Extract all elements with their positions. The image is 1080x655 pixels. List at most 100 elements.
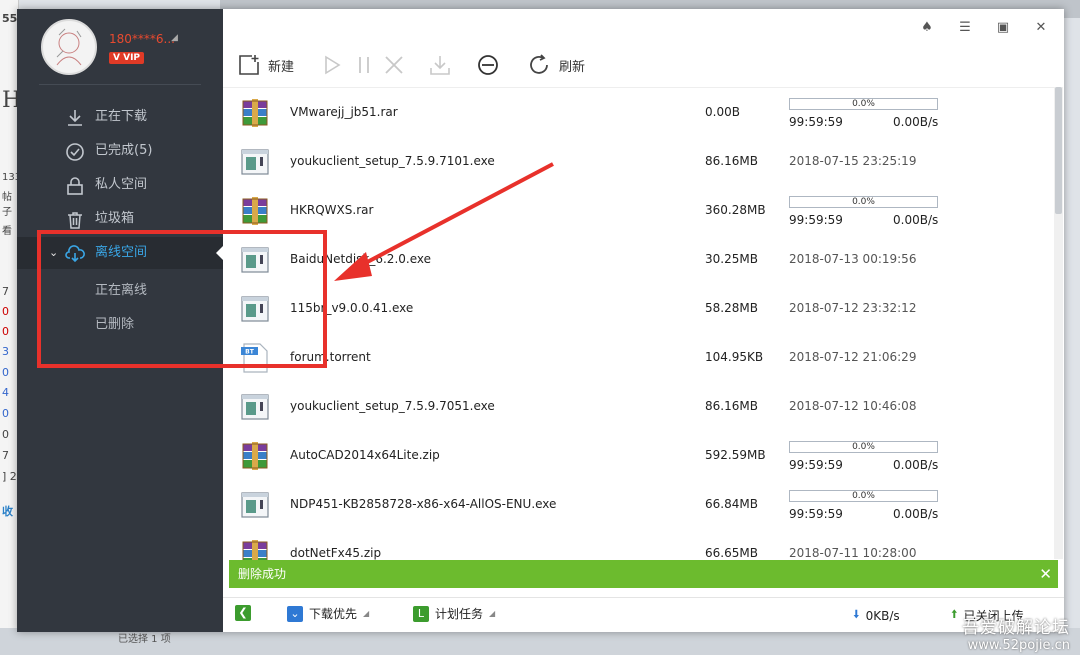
file-row[interactable]: BaiduNetdisk_6.2.0.exe 30.25MB 2018-07-13 … — [223, 235, 1054, 284]
file-row[interactable]: 115br_v9.0.0.41.exe 58.28MB 2018-07-12 23:… — [223, 284, 1054, 333]
new-task-button[interactable]: 新建 — [238, 49, 294, 81]
exe-file-icon — [239, 146, 271, 178]
close-notification-icon[interactable]: ✕ — [1039, 560, 1052, 588]
progress-text: 0.0% — [852, 491, 875, 501]
priority-chevron-icon: ⌄ — [287, 605, 303, 622]
progress-text: 0.0% — [852, 442, 875, 452]
scrollbar[interactable] — [1054, 87, 1063, 559]
file-row[interactable]: youkuclient_setup_7.5.9.7101.exe 86.16MB 2… — [223, 137, 1054, 186]
archive-file-icon — [239, 195, 271, 227]
avatar[interactable] — [41, 19, 97, 75]
transfer-speed: 0.00B/s — [893, 458, 939, 472]
bg-text: 7 — [2, 285, 9, 298]
schedule-task-button[interactable]: L 计划任务 ◢ — [413, 605, 495, 622]
archive-file-icon — [239, 440, 271, 472]
bg-text: 0 — [2, 428, 9, 441]
skin-icon[interactable]: ♠ — [918, 19, 936, 37]
file-size: 592.59MB — [705, 448, 766, 462]
sidebar-item-downloading[interactable]: 正在下载 — [17, 101, 223, 133]
sidebar-item-label: 正在下载 — [95, 109, 148, 124]
file-name: HKRQWXS.rar — [290, 203, 374, 217]
delete-button[interactable] — [383, 49, 405, 81]
exe-file-icon — [239, 391, 271, 423]
schedule-task-label: 计划任务 — [435, 607, 484, 621]
start-button[interactable] — [321, 49, 343, 81]
file-name: youkuclient_setup_7.5.9.7101.exe — [290, 154, 495, 168]
play-icon — [325, 55, 341, 75]
download-manager-window: 180****6... ◢ V VIP 正在下载 已完成(5) 私人空间 垃圾箱… — [17, 9, 1064, 632]
transfer-speed: 0.00B/s — [893, 213, 939, 227]
pause-icon — [359, 57, 369, 73]
notification-message: 删除成功 — [238, 567, 287, 581]
download-priority-label: 下载优先 — [309, 607, 358, 621]
vip-label: VIP — [123, 53, 141, 63]
file-date: 2018-07-12 10:46:08 — [789, 399, 917, 413]
scrollbar-thumb[interactable] — [1055, 87, 1062, 214]
file-size: 104.95KB — [705, 350, 764, 364]
file-name: youkuclient_setup_7.5.9.7051.exe — [290, 399, 495, 413]
file-row[interactable]: NDP451-KB2858728-x86-x64-AllOS-ENU.exe 66… — [223, 480, 1054, 529]
progress-bar: 0.0% — [789, 196, 938, 208]
file-name: NDP451-KB2858728-x86-x64-AllOS-ENU.exe — [290, 497, 557, 511]
sidebar-item-completed[interactable]: 已完成(5) — [17, 135, 223, 167]
check-circle-icon — [66, 143, 84, 161]
highlight-box — [37, 230, 327, 368]
bg-text: 0 — [2, 366, 9, 379]
file-row[interactable]: VMwarejj_jb51.rar 0.00B 0.0% 99:59:59 0.00B/… — [223, 88, 1054, 137]
progress-bar: 0.0% — [789, 441, 938, 453]
upload-arrow-icon: 🠩 — [951, 607, 958, 621]
menu-icon[interactable]: ☰ — [956, 19, 974, 37]
bg-text: 收 — [2, 505, 13, 518]
new-task-icon — [239, 55, 259, 75]
dropdown-caret-icon: ◢ — [363, 609, 370, 618]
browser-open-button[interactable] — [477, 49, 499, 81]
username[interactable]: 180****6... — [109, 32, 175, 46]
sidebar-item-private-space[interactable]: 私人空间 — [17, 169, 223, 201]
progress-bar: 0.0% — [789, 490, 938, 502]
transfer-speed: 0.00B/s — [893, 115, 939, 129]
bg-text: 0 — [2, 325, 9, 338]
window-controls: ♠ ☰ ▣ ✕ — [918, 19, 1050, 37]
refresh-button[interactable]: 刷新 — [527, 49, 585, 81]
time-remaining: 99:59:59 — [789, 213, 843, 227]
download-speed-value: 0KB/s — [865, 608, 900, 623]
trash-icon — [68, 212, 82, 229]
file-date: 2018-07-12 21:06:29 — [789, 350, 917, 364]
file-size: 86.16MB — [705, 399, 758, 413]
file-size: 86.16MB — [705, 154, 758, 168]
user-menu-caret-icon[interactable]: ◢ — [171, 33, 178, 43]
file-row[interactable]: youkuclient_setup_7.5.9.7051.exe 86.16MB 2… — [223, 382, 1054, 431]
watermark: 吾爱破解论坛 www.52pojie.cn — [962, 613, 1070, 653]
file-name: dotNetFx45.zip — [290, 546, 382, 560]
toolbar: 新建 刷新 — [223, 49, 1064, 85]
file-size: 30.25MB — [705, 252, 758, 266]
download-to-local-button[interactable] — [429, 49, 451, 81]
bg-text: 55 — [2, 12, 18, 25]
file-row[interactable]: dotNetFx45.zip 66.65MB 2018-07-11 10:28:00 — [223, 529, 1054, 560]
download-priority-button[interactable]: ⌄ 下载优先 ◢ — [287, 605, 369, 622]
ie-browser-icon — [478, 55, 498, 75]
collapse-sidebar-button[interactable]: ❮ — [235, 605, 251, 621]
maximize-icon[interactable]: ▣ — [994, 19, 1012, 37]
avatar-sketch-icon — [56, 28, 82, 66]
time-remaining: 99:59:59 — [789, 458, 843, 472]
lock-icon — [67, 177, 83, 195]
dropdown-caret-icon: ◢ — [489, 609, 496, 618]
pause-button[interactable] — [353, 49, 375, 81]
new-task-label: 新建 — [268, 59, 295, 75]
file-row[interactable]: HKRQWXS.rar 360.28MB 0.0% 99:59:59 0.00B/s — [223, 186, 1054, 235]
bg-text: 4 — [2, 386, 9, 399]
notification-bar: 删除成功 ✕ — [229, 560, 1058, 588]
time-remaining: 99:59:59 — [789, 507, 843, 521]
bg-text: 帖子 — [2, 192, 12, 218]
sidebar-item-label: 私人空间 — [95, 177, 148, 192]
schedule-icon: L — [413, 605, 429, 622]
bg-text: 看 — [2, 226, 12, 237]
file-row[interactable]: BT forum.torrent 104.95KB 2018-07-12 21:06:… — [223, 333, 1054, 382]
chevron-left-icon: ❮ — [235, 605, 251, 621]
file-row[interactable]: AutoCAD2014x64Lite.zip 592.59MB 0.0% 99:59:… — [223, 431, 1054, 480]
file-date: 2018-07-15 23:25:19 — [789, 154, 917, 168]
file-date: 2018-07-11 10:28:00 — [789, 546, 917, 560]
download-icon — [68, 110, 82, 126]
close-icon[interactable]: ✕ — [1032, 19, 1050, 37]
